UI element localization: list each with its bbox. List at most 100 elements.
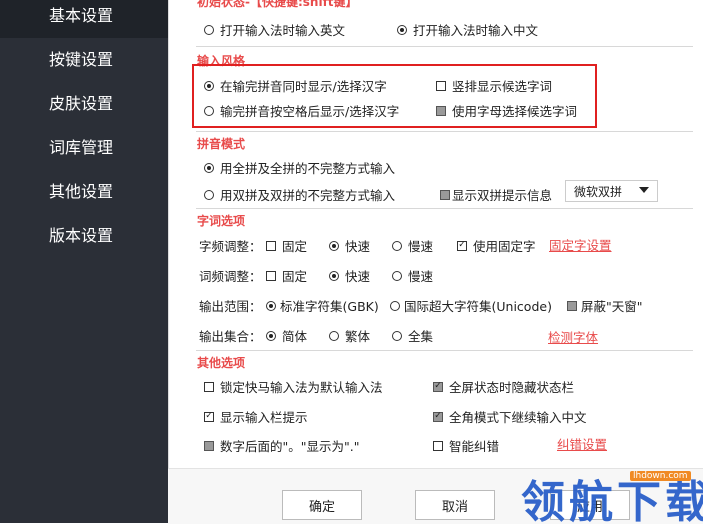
sidebar-item-basic-settings[interactable]: 基本设置 bbox=[0, 0, 168, 38]
opt-range-gbk[interactable]: 标准字符集(GBK) bbox=[266, 296, 379, 315]
opt-fullwidth-continue-chinese[interactable]: ✓ 全角模式下继续输入中文 bbox=[433, 407, 587, 426]
opt-double-pinyin[interactable]: 用双拼及双拼的不完整方式输入 bbox=[204, 185, 395, 204]
radio-icon[interactable] bbox=[329, 270, 339, 281]
sidebar: 基本设置 按键设置 皮肤设置 词库管理 其他设置 版本设置 bbox=[0, 0, 168, 523]
opt-digit-period[interactable]: 数字后面的"。"显示为"." bbox=[204, 436, 359, 455]
checkbox-icon[interactable] bbox=[433, 440, 443, 451]
opt-initial-chinese[interactable]: 打开输入法时输入中文 bbox=[397, 20, 538, 39]
opt-label: 用全拼及全拼的不完整方式输入 bbox=[220, 161, 396, 176]
word-options-title: 字词选项 bbox=[197, 214, 246, 228]
radio-icon[interactable] bbox=[392, 330, 402, 341]
checkbox-icon[interactable] bbox=[436, 105, 446, 116]
sidebar-item-other-settings[interactable]: 其他设置 bbox=[0, 170, 168, 214]
opt-range-unicode[interactable]: 国际超大字符集(Unicode) bbox=[390, 296, 552, 315]
opt-smart-correct[interactable]: 智能纠错 bbox=[433, 436, 499, 455]
radio-icon[interactable] bbox=[204, 189, 214, 200]
initial-state-title: 初始状态-【快捷键:shift键】 bbox=[197, 0, 358, 9]
checkbox-icon[interactable]: ✓ bbox=[433, 381, 443, 392]
opt-label: 慢速 bbox=[408, 269, 434, 284]
opt-show-after-space[interactable]: 输完拼音按空格后显示/选择汉字 bbox=[204, 101, 399, 120]
radio-icon[interactable] bbox=[329, 330, 339, 341]
opt-char-freq-fixed[interactable]: 固定 bbox=[266, 236, 307, 255]
opt-fullscreen-hide-statusbar[interactable]: ✓ 全屏状态时隐藏状态栏 bbox=[433, 377, 574, 396]
radio-icon[interactable] bbox=[397, 24, 407, 35]
opt-show-input-hint[interactable]: ✓ 显示输入栏提示 bbox=[204, 407, 308, 426]
radio-icon[interactable] bbox=[392, 270, 402, 281]
radio-icon[interactable] bbox=[392, 240, 402, 251]
opt-lock-default-ime[interactable]: 锁定快马输入法为默认输入法 bbox=[204, 377, 383, 396]
watermark-domain: lhdown.com bbox=[630, 471, 691, 481]
sidebar-item-skin-settings[interactable]: 皮肤设置 bbox=[0, 82, 168, 126]
opt-show-while-typing[interactable]: 在输完拼音同时显示/选择汉字 bbox=[204, 76, 387, 95]
opt-show-double-hint[interactable]: 显示双拼提示信息 bbox=[440, 185, 552, 204]
opt-set-traditional[interactable]: 繁体 bbox=[329, 326, 370, 345]
opt-word-freq-slow[interactable]: 慢速 bbox=[392, 266, 433, 285]
radio-icon[interactable] bbox=[266, 330, 276, 341]
checkbox-icon[interactable] bbox=[436, 80, 446, 91]
cancel-button[interactable]: 取消 bbox=[415, 490, 495, 520]
opt-set-all[interactable]: 全集 bbox=[392, 326, 433, 345]
divider bbox=[196, 208, 693, 209]
opt-label: 竖排显示候选字词 bbox=[452, 79, 553, 94]
checkbox-icon[interactable] bbox=[266, 270, 276, 281]
radio-icon[interactable] bbox=[204, 24, 214, 35]
opt-word-freq-fixed[interactable]: 固定 bbox=[266, 266, 307, 285]
opt-set-simplified[interactable]: 简体 bbox=[266, 326, 307, 345]
correct-settings-link[interactable]: 纠错设置 bbox=[557, 434, 607, 453]
sidebar-item-version-settings[interactable]: 版本设置 bbox=[0, 214, 168, 258]
chevron-down-icon bbox=[639, 187, 649, 193]
sidebar-item-dictionary[interactable]: 词库管理 bbox=[0, 126, 168, 170]
opt-label: 全屏状态时隐藏状态栏 bbox=[449, 380, 575, 395]
opt-label: 繁体 bbox=[345, 329, 371, 344]
ok-button[interactable]: 确定 bbox=[282, 490, 362, 520]
divider bbox=[196, 350, 693, 351]
checkbox-icon[interactable] bbox=[440, 189, 450, 200]
sidebar-item-key-settings[interactable]: 按键设置 bbox=[0, 38, 168, 82]
word-freq-label: 词频调整： bbox=[199, 269, 262, 284]
opt-vertical-candidates[interactable]: 竖排显示候选字词 bbox=[436, 76, 552, 95]
char-freq-label: 字频调整： bbox=[199, 239, 262, 254]
opt-full-pinyin[interactable]: 用全拼及全拼的不完整方式输入 bbox=[204, 158, 395, 177]
divider bbox=[196, 46, 693, 47]
checkbox-icon[interactable] bbox=[204, 440, 214, 451]
output-set-label: 输出集合： bbox=[199, 329, 262, 344]
checkbox-icon[interactable]: ✓ bbox=[457, 240, 467, 251]
opt-label: 打开输入法时输入英文 bbox=[220, 23, 346, 38]
opt-label: 用双拼及双拼的不完整方式输入 bbox=[220, 188, 396, 203]
opt-label: 全集 bbox=[408, 329, 434, 344]
opt-label: 智能纠错 bbox=[449, 439, 500, 454]
opt-initial-english[interactable]: 打开输入法时输入英文 bbox=[204, 20, 345, 39]
radio-icon[interactable] bbox=[390, 300, 400, 311]
checkbox-icon[interactable] bbox=[567, 300, 577, 311]
checkbox-icon[interactable] bbox=[266, 240, 276, 251]
opt-label: 标准字符集(GBK) bbox=[280, 299, 379, 314]
opt-label: 显示双拼提示信息 bbox=[452, 188, 553, 203]
opt-label: 使用字母选择候选字词 bbox=[452, 104, 578, 119]
opt-label: 显示输入栏提示 bbox=[220, 410, 308, 425]
opt-char-freq-slow[interactable]: 慢速 bbox=[392, 236, 433, 255]
radio-icon[interactable] bbox=[266, 300, 276, 311]
output-range-label: 输出范围： bbox=[199, 299, 262, 314]
radio-icon[interactable] bbox=[204, 162, 214, 173]
opt-label: 在输完拼音同时显示/选择汉字 bbox=[220, 79, 387, 94]
opt-letter-select[interactable]: 使用字母选择候选字词 bbox=[436, 101, 577, 120]
select-value: 微软双拼 bbox=[574, 184, 623, 199]
radio-icon[interactable] bbox=[204, 80, 214, 91]
fixed-char-settings-link[interactable]: 固定字设置 bbox=[549, 235, 612, 254]
opt-word-freq-fast[interactable]: 快速 bbox=[329, 266, 370, 285]
detect-font-link[interactable]: 检测字体 bbox=[548, 327, 598, 346]
radio-icon[interactable] bbox=[329, 240, 339, 251]
checkbox-icon[interactable]: ✓ bbox=[433, 411, 443, 422]
opt-label: 固定 bbox=[282, 269, 308, 284]
divider bbox=[196, 131, 693, 132]
opt-label: 全角模式下继续输入中文 bbox=[449, 410, 587, 425]
opt-use-fixed-char[interactable]: ✓ 使用固定字 bbox=[457, 236, 536, 255]
checkbox-icon[interactable] bbox=[204, 381, 214, 392]
checkbox-icon[interactable]: ✓ bbox=[204, 411, 214, 422]
opt-block-tianchuang[interactable]: 屏蔽"天窗" bbox=[567, 296, 643, 315]
pinyin-mode-title: 拼音模式 bbox=[197, 137, 246, 151]
radio-icon[interactable] bbox=[204, 105, 214, 116]
double-pinyin-scheme-select[interactable]: 微软双拼 bbox=[565, 180, 658, 202]
opt-char-freq-fast[interactable]: 快速 bbox=[329, 236, 370, 255]
opt-label: 简体 bbox=[282, 329, 308, 344]
